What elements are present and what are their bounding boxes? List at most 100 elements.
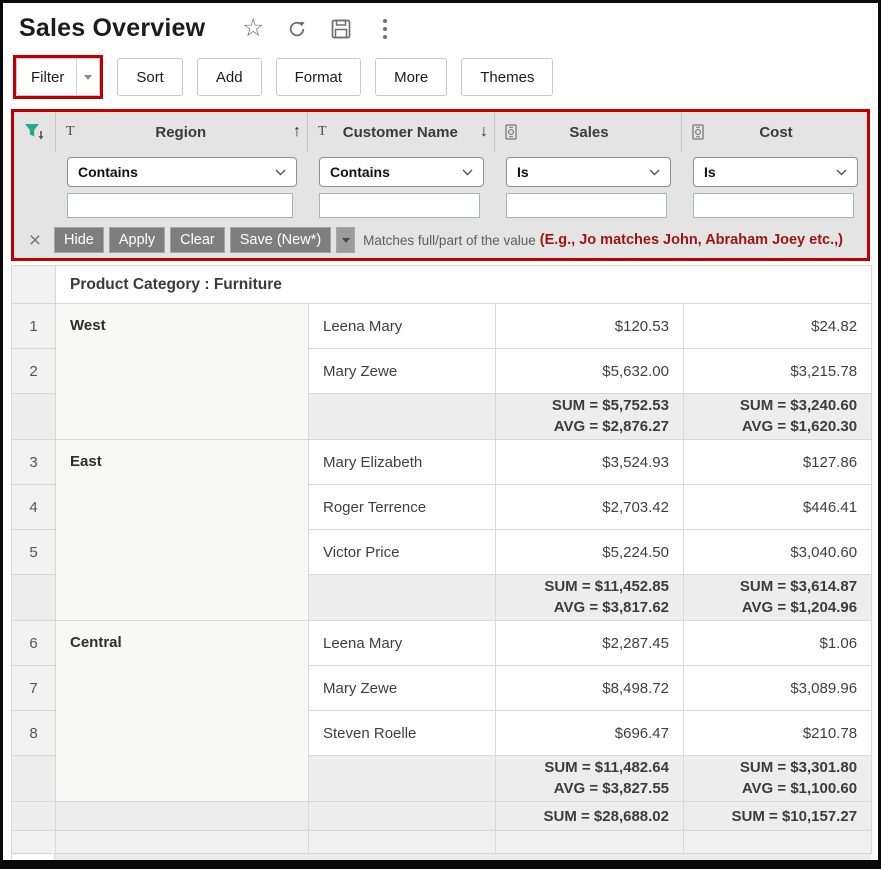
customer-cell: Mary Zewe <box>309 666 496 711</box>
refresh-icon[interactable] <box>285 17 309 41</box>
sales-operator-select[interactable]: Is <box>506 157 671 187</box>
table-row[interactable]: 3 East Mary Elizabeth $3,524.93 $127.86 <box>12 440 872 485</box>
currency-type-icon <box>505 124 517 140</box>
table-row[interactable]: 6 Central Leena Mary $2,287.45 $1.06 <box>12 621 872 666</box>
region-filter-input[interactable] <box>67 193 293 218</box>
scroll-left-icon[interactable] <box>65 860 74 869</box>
apply-button[interactable]: Apply <box>109 227 165 253</box>
customer-cell: Victor Price <box>309 530 496 575</box>
filter-button-label: Filter <box>17 69 76 86</box>
filter-hint-example: (E.g., Jo matches John, Abraham Joey etc… <box>540 232 843 248</box>
filter-chevron-down-icon[interactable] <box>77 75 99 80</box>
close-icon[interactable]: × <box>16 230 54 251</box>
sales-cell: $3,524.93 <box>496 440 684 485</box>
add-button[interactable]: Add <box>197 58 262 96</box>
customer-name-filter-input[interactable] <box>319 193 480 218</box>
cost-cell: $3,089.96 <box>684 666 872 711</box>
title-icon-group: ☆ <box>241 17 397 41</box>
text-type-icon: T <box>66 124 75 140</box>
report-table: Product Category : Furniture 1 West Leen… <box>11 265 872 854</box>
sort-button[interactable]: Sort <box>117 58 183 96</box>
group-header-label: Product Category : Furniture <box>56 266 872 304</box>
filter-action-bar: × Hide Apply Clear Save (New*) Matches f… <box>14 226 868 258</box>
row-number: 6 <box>12 621 56 666</box>
format-button[interactable]: Format <box>276 58 362 96</box>
title-bar: Sales Overview ☆ <box>3 3 878 47</box>
row-number: 7 <box>12 666 56 711</box>
currency-type-icon <box>692 124 704 140</box>
sales-subtotal: SUM = $11,452.85 AVG = $3,817.62 <box>496 575 684 621</box>
sales-filter-input[interactable] <box>506 193 667 218</box>
table-row[interactable]: 1 West Leena Mary $120.53 $24.82 <box>12 304 872 349</box>
column-header-customer-name[interactable]: T Customer Name ↓ <box>307 112 494 152</box>
sales-cell: $5,224.50 <box>496 530 684 575</box>
scrollbar-corner <box>11 854 55 869</box>
row-number: 3 <box>12 440 56 485</box>
cost-cell: $24.82 <box>684 304 872 349</box>
save-options-caret-button[interactable] <box>336 227 355 253</box>
customer-cell: Roger Terrence <box>309 485 496 530</box>
sort-ascending-icon[interactable]: ↑ <box>285 123 301 141</box>
cost-filter-input[interactable] <box>693 193 854 218</box>
toolbar: Filter Sort Add Format More Themes <box>3 47 878 109</box>
empty-row <box>12 831 872 854</box>
customer-cell: Leena Mary <box>309 621 496 666</box>
cost-operator-select[interactable]: Is <box>693 157 858 187</box>
scrollbar-track[interactable] <box>55 854 871 869</box>
h-scrollbar[interactable] <box>11 854 871 869</box>
text-type-icon: T <box>318 124 327 140</box>
cost-cell: $1.06 <box>684 621 872 666</box>
filter-button-highlight: Filter <box>13 55 103 99</box>
report-window: Sales Overview ☆ <box>0 0 881 869</box>
customer-cell: Mary Zewe <box>309 349 496 394</box>
cost-cell: $3,215.78 <box>684 349 872 394</box>
column-header-region[interactable]: T Region ↑ <box>55 112 307 152</box>
favorite-star-icon[interactable]: ☆ <box>241 17 265 41</box>
sales-cell: $8,498.72 <box>496 666 684 711</box>
filter-button[interactable]: Filter <box>16 58 100 96</box>
sales-cell: $2,703.42 <box>496 485 684 530</box>
cost-cell: $446.41 <box>684 485 872 530</box>
filter-hint-text: Matches full/part of the value <box>363 233 536 248</box>
grand-total-cost: SUM = $10,157.27 <box>684 802 872 831</box>
chevron-down-icon <box>649 163 660 181</box>
row-number: 2 <box>12 349 56 394</box>
sales-cell: $5,632.00 <box>496 349 684 394</box>
more-options-icon[interactable] <box>373 17 397 41</box>
filter-panel: T Region ↑ T Customer Name ↓ Sales <box>11 109 870 261</box>
customer-cell: Leena Mary <box>309 304 496 349</box>
themes-button[interactable]: Themes <box>461 58 553 96</box>
row-number: 8 <box>12 711 56 756</box>
row-number: 5 <box>12 530 56 575</box>
customer-cell: Mary Elizabeth <box>309 440 496 485</box>
filter-funnel-icon[interactable] <box>14 112 55 152</box>
row-number: 1 <box>12 304 56 349</box>
sales-cell: $120.53 <box>496 304 684 349</box>
region-cell: West <box>56 304 309 440</box>
page-title: Sales Overview <box>19 14 205 43</box>
region-cell: East <box>56 440 309 621</box>
column-header-sales[interactable]: Sales <box>494 112 681 152</box>
sales-cell: $2,287.45 <box>496 621 684 666</box>
cost-cell: $127.86 <box>684 440 872 485</box>
save-new-button[interactable]: Save (New*) <box>230 227 331 253</box>
customer-name-operator-select[interactable]: Contains <box>319 157 484 187</box>
region-operator-select[interactable]: Contains <box>67 157 297 187</box>
sales-subtotal: SUM = $11,482.64 AVG = $3,827.55 <box>496 756 684 802</box>
save-icon[interactable] <box>329 17 353 41</box>
grand-total-sales: SUM = $28,688.02 <box>496 802 684 831</box>
chevron-down-icon <box>462 163 473 181</box>
clear-button[interactable]: Clear <box>170 227 225 253</box>
cost-subtotal: SUM = $3,240.60 AVG = $1,620.30 <box>684 394 872 440</box>
region-cell: Central <box>56 621 309 802</box>
group-header-row: Product Category : Furniture <box>12 266 872 304</box>
cost-cell: $210.78 <box>684 711 872 756</box>
hide-button[interactable]: Hide <box>54 227 104 253</box>
cost-subtotal: SUM = $3,614.87 AVG = $1,204.96 <box>684 575 872 621</box>
sort-descending-icon[interactable]: ↓ <box>472 123 488 141</box>
grand-total-row: SUM = $28,688.02 SUM = $10,157.27 <box>12 802 872 831</box>
cost-cell: $3,040.60 <box>684 530 872 575</box>
column-header-cost[interactable]: Cost <box>681 112 868 152</box>
more-button[interactable]: More <box>375 58 447 96</box>
sales-cell: $696.47 <box>496 711 684 756</box>
